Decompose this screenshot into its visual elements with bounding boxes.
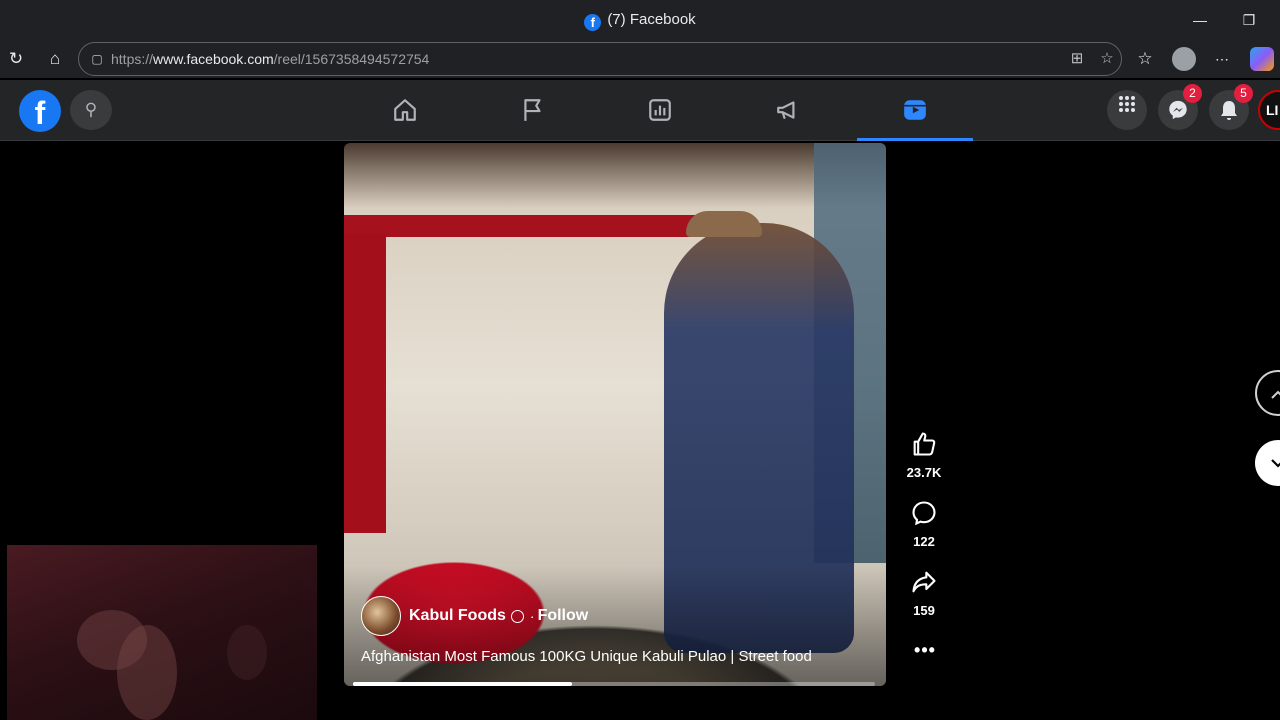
previous-reel-button[interactable] [1255,370,1280,416]
bell-icon [1221,100,1237,120]
progress-fill [353,682,573,686]
facebook-favicon-icon: f [584,14,602,31]
window-title-text: (7) Facebook [607,11,696,28]
messenger-icon [1169,100,1187,119]
refresh-icon[interactable]: ↻ [4,47,28,71]
likes-count: 23.7K [906,465,942,480]
nav-pages[interactable] [475,80,591,140]
favorites-icon[interactable]: ☆ [1133,47,1157,71]
author-avatar[interactable] [361,596,401,636]
apps-grid-icon[interactable]: ⊞ [1067,49,1087,69]
messenger-badge: 2 [1183,84,1202,103]
browser-title-bar: f (7) Facebook — ❐ [0,0,1280,40]
thumbs-up-icon [913,432,936,456]
nav-insights[interactable] [602,80,718,140]
reel-author: Kabul Foods · Follow [361,595,588,637]
webcam-overlay [7,545,317,720]
reel-caption[interactable]: Afghanistan Most Famous 100KG Unique Kab… [361,648,812,665]
account-avatar[interactable]: LI [1258,90,1280,130]
progress-bar[interactable] [353,682,875,686]
chart-icon [649,98,671,121]
notifications-badge: 5 [1234,84,1253,103]
shares-count: 159 [913,603,935,618]
webcam-figure [117,625,177,720]
follow-button[interactable]: Follow [538,607,589,625]
nav-ads[interactable] [730,80,846,140]
url-text[interactable]: https://www.facebook.com/reel/1567358494… [111,51,429,67]
comment-action[interactable]: 122 [898,499,950,549]
restore-button[interactable]: ❐ [1237,8,1261,32]
verified-icon [510,609,524,623]
share-icon [912,571,936,593]
copilot-icon[interactable] [1250,47,1274,71]
comments-count: 122 [913,534,935,549]
webcam-figure [227,625,267,680]
shelf-decoration [344,215,704,237]
notifications-button[interactable]: 5 [1209,84,1253,130]
chevron-down-icon [1271,458,1280,468]
search-icon[interactable]: ⚲ [70,90,112,130]
author-name[interactable]: Kabul Foods [409,607,506,625]
favorite-star-icon[interactable]: ☆ [1097,49,1117,69]
chevron-up-icon [1271,390,1280,399]
nav-home[interactable] [347,80,463,140]
reels-icon [904,100,926,120]
separator-dot: · [529,608,535,624]
share-action[interactable]: 159 [898,568,950,618]
grid-menu-icon [1119,96,1135,112]
like-action[interactable]: 23.7K [898,430,950,480]
minimize-button[interactable]: — [1188,8,1212,32]
more-options-icon[interactable]: ⋯ [1210,47,1234,71]
home-icon[interactable]: ⌂ [43,47,67,71]
messenger-button[interactable]: 2 [1158,84,1202,130]
reel-video[interactable]: Kabul Foods · Follow Afghanistan Most Fa… [344,143,886,686]
menu-grid-button[interactable] [1107,90,1147,130]
next-reel-button[interactable] [1255,440,1280,486]
wall-decoration [344,233,386,533]
home-icon [394,98,416,121]
address-bar[interactable]: ▢ https://www.facebook.com/reel/15673584… [78,42,1122,76]
facebook-logo-icon[interactable]: f [19,90,61,132]
megaphone-icon [777,101,795,119]
flag-icon [524,98,541,121]
profile-icon[interactable] [1172,47,1196,71]
browser-toolbar: ↻ ⌂ ▢ https://www.facebook.com/reel/1567… [0,40,1280,78]
more-options-button[interactable]: ••• [905,640,945,661]
comment-icon [912,501,936,526]
nav-reels[interactable] [857,80,973,141]
facebook-header: f ⚲ 2 5 LI [0,80,1280,141]
window-title: f (7) Facebook [0,11,1280,31]
cap-figure [686,211,762,237]
lock-icon[interactable]: ▢ [89,51,105,67]
